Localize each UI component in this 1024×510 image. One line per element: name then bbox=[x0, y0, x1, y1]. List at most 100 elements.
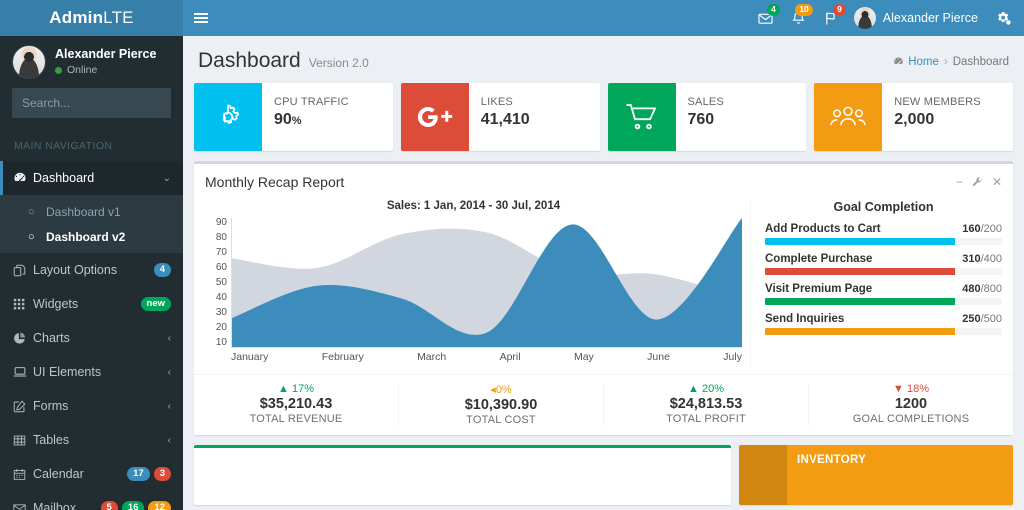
inventory-body: INVENTORY bbox=[787, 445, 876, 505]
sidebar-item-layout-options[interactable]: Layout Options 4 bbox=[0, 253, 183, 287]
sidebar-item-mailbox-label: Mailbox bbox=[33, 501, 101, 510]
notifications-menu[interactable]: 10 bbox=[782, 0, 815, 36]
messages-badge: 4 bbox=[767, 4, 780, 16]
info-box-sales[interactable]: SALES 760 bbox=[608, 83, 807, 151]
chart-y-tick: 60 bbox=[205, 263, 227, 273]
sidebar-user-panel[interactable]: Alexander Pierce Online bbox=[0, 36, 183, 88]
sidebar-item-charts[interactable]: Charts ‹ bbox=[0, 321, 183, 355]
sidebar-toggle-button[interactable] bbox=[183, 0, 219, 36]
badge: 4 bbox=[154, 263, 171, 277]
sidebar: AdminLTE Alexander Pierce Online MAIN NA… bbox=[0, 0, 183, 510]
sidebar-item-calendar[interactable]: Calendar 17 3 bbox=[0, 457, 183, 491]
goal-current: 480 bbox=[962, 283, 980, 295]
stat-value: 1200 bbox=[809, 396, 1013, 412]
info-box-label: SALES bbox=[688, 96, 724, 108]
info-box-number: 2,000 bbox=[894, 111, 981, 129]
edit-icon bbox=[13, 400, 33, 413]
gear-icon bbox=[212, 101, 244, 133]
sidebar-item-mailbox[interactable]: Mailbox 5 16 12 bbox=[0, 491, 183, 510]
goal-item-visit-premium-page: Visit Premium Page 480/800 bbox=[765, 283, 1002, 305]
brand-light: LTE bbox=[103, 8, 134, 27]
brand-logo[interactable]: AdminLTE bbox=[0, 0, 183, 36]
users-icon bbox=[829, 104, 867, 130]
badge: 3 bbox=[154, 467, 171, 481]
sidebar-user-status-label: Online bbox=[67, 63, 97, 77]
info-box-value: 2,000 bbox=[894, 111, 934, 128]
navbar-user-menu[interactable]: Alexander Pierce bbox=[848, 0, 987, 36]
info-box-label: LIKES bbox=[481, 96, 530, 108]
search-input[interactable] bbox=[13, 96, 183, 110]
progress-track bbox=[765, 298, 1002, 305]
badge-new: new bbox=[141, 297, 171, 311]
control-sidebar-toggle[interactable] bbox=[987, 0, 1020, 36]
chart-y-tick: 90 bbox=[205, 218, 227, 228]
main-area: 4 10 9 Alexander Pierce Dashboard Versio… bbox=[183, 0, 1024, 510]
progress-bar bbox=[765, 328, 955, 335]
info-box-number: 760 bbox=[688, 111, 724, 129]
goal-row: Complete Purchase 310/400 bbox=[765, 253, 1002, 265]
info-box-content: NEW MEMBERS 2,000 bbox=[882, 83, 991, 151]
stat-label: GOAL COMPLETIONS bbox=[809, 413, 1013, 425]
content-header-left: Dashboard Version 2.0 bbox=[198, 49, 369, 73]
bottom-row: INVENTORY bbox=[194, 445, 1013, 505]
info-box-new-members[interactable]: NEW MEMBERS 2,000 bbox=[814, 83, 1013, 151]
goal-value: 480/800 bbox=[962, 283, 1002, 295]
sidebar-item-charts-label: Charts bbox=[33, 331, 168, 345]
info-box-cpu-traffic[interactable]: CPU TRAFFIC 90% bbox=[194, 83, 393, 151]
sidebar-item-layout-options-right: 4 bbox=[154, 263, 171, 277]
collapse-button[interactable]: − bbox=[956, 176, 963, 188]
sidebar-item-widgets[interactable]: Widgets new bbox=[0, 287, 183, 321]
wrench-icon[interactable] bbox=[972, 177, 983, 188]
goal-total: /800 bbox=[981, 283, 1002, 295]
sales-area-chart[interactable]: 908070605040302010 JanuaryFebruaryMarchA… bbox=[205, 218, 742, 368]
dashboard-icon bbox=[893, 56, 904, 67]
close-button[interactable]: ✕ bbox=[992, 176, 1002, 188]
info-box-row: CPU TRAFFIC 90% LIKES 41,410 SALES bbox=[194, 83, 1013, 151]
stat-total-revenue: ▲ 17% $35,210.43 TOTAL REVENUE bbox=[194, 383, 399, 426]
sidebar-search bbox=[0, 88, 183, 132]
sidebar-subitem-dashboard-v2[interactable]: ○ Dashboard v2 bbox=[0, 224, 183, 249]
search-box[interactable] bbox=[12, 88, 171, 118]
tasks-menu[interactable]: 9 bbox=[815, 0, 848, 36]
inventory-icon bbox=[739, 445, 787, 505]
info-box-likes[interactable]: LIKES 41,410 bbox=[401, 83, 600, 151]
sidebar-item-dashboard[interactable]: Dashboard ⌄ bbox=[0, 161, 183, 195]
top-navbar: 4 10 9 Alexander Pierce bbox=[183, 0, 1024, 36]
sidebar-item-tables-label: Tables bbox=[33, 433, 168, 447]
badge: 12 bbox=[148, 501, 171, 510]
box-footer-stats: ▲ 17% $35,210.43 TOTAL REVENUE ◂0% $10,3… bbox=[194, 374, 1013, 435]
bottom-box-left[interactable] bbox=[194, 445, 731, 505]
info-box-number: 90% bbox=[274, 111, 349, 129]
box-title: Monthly Recap Report bbox=[205, 174, 344, 190]
chart-y-tick: 40 bbox=[205, 293, 227, 303]
chevron-left-icon: ‹ bbox=[168, 435, 171, 446]
content-header: Dashboard Version 2.0 Home › Dashboard bbox=[183, 36, 1024, 83]
sidebar-item-forms[interactable]: Forms ‹ bbox=[0, 389, 183, 423]
goal-item-add-products-to-cart: Add Products to Cart 160/200 bbox=[765, 223, 1002, 245]
messages-menu[interactable]: 4 bbox=[749, 0, 782, 36]
stat-value: $24,813.53 bbox=[604, 396, 808, 412]
info-box-value: 760 bbox=[688, 111, 715, 128]
inventory-box[interactable]: INVENTORY bbox=[739, 445, 1013, 505]
info-box-icon-wrap bbox=[194, 83, 262, 151]
sidebar-item-tables[interactable]: Tables ‹ bbox=[0, 423, 183, 457]
sidebar-item-ui-elements[interactable]: UI Elements ‹ bbox=[0, 355, 183, 389]
chart-title: Sales: 1 Jan, 2014 - 30 Jul, 2014 bbox=[205, 200, 742, 212]
info-box-number: 41,410 bbox=[481, 111, 530, 129]
sidebar-subitem-dashboard-v1[interactable]: ○ Dashboard v1 bbox=[0, 199, 183, 224]
sidebar-submenu-dashboard: ○ Dashboard v1 ○ Dashboard v2 bbox=[0, 195, 183, 253]
goal-total: /200 bbox=[981, 223, 1002, 235]
goal-row: Send Inquiries 250/500 bbox=[765, 313, 1002, 325]
stat-change-value: 0% bbox=[496, 384, 512, 396]
breadcrumb-item-home[interactable]: Home bbox=[893, 56, 939, 68]
chevron-left-icon: ‹ bbox=[168, 401, 171, 412]
chevron-down-icon: ⌄ bbox=[163, 173, 171, 184]
breadcrumb: Home › Dashboard bbox=[893, 56, 1009, 68]
info-box-value: 41,410 bbox=[481, 111, 530, 128]
sidebar-item-mailbox-right: 5 16 12 bbox=[101, 501, 171, 510]
online-status-dot bbox=[55, 67, 62, 74]
stat-value: $10,390.90 bbox=[399, 397, 603, 413]
sidebar-item-ui-elements-right: ‹ bbox=[168, 367, 171, 378]
goal-label: Visit Premium Page bbox=[765, 283, 872, 295]
brand-bold: Admin bbox=[49, 8, 103, 27]
